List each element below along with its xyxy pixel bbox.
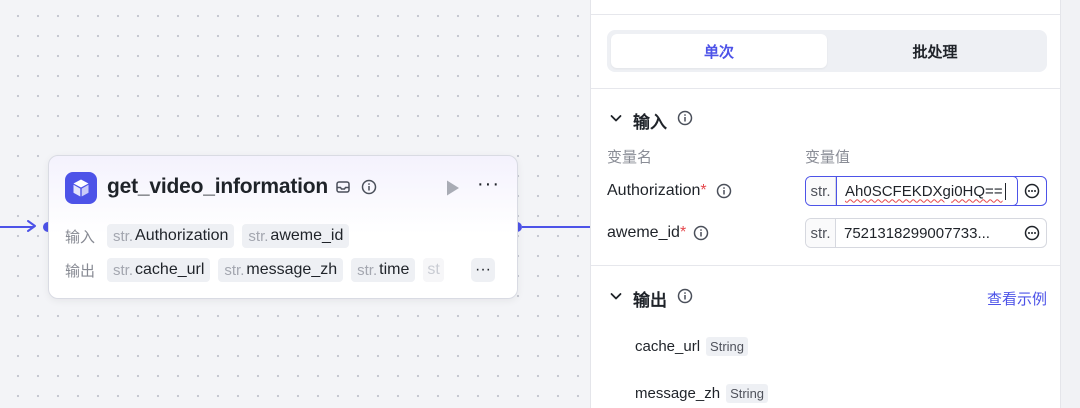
input-section-title[interactable]: 输入 — [633, 108, 667, 133]
tab-single-run[interactable]: 单次 — [611, 34, 827, 68]
output-tag-cache-url: str. cache_url — [107, 258, 211, 282]
workflow-canvas[interactable]: get_video_information ··· 输入 str. Authori… — [0, 0, 590, 408]
column-header-variable-value: 变量值 — [805, 149, 851, 166]
text-cursor — [1004, 182, 1006, 200]
info-icon[interactable] — [677, 288, 693, 304]
inputs-label: 输入 — [65, 228, 96, 246]
play-icon[interactable] — [445, 179, 461, 197]
variable-name-aweme-id: aweme_id* — [607, 224, 687, 241]
type-badge: String — [706, 337, 749, 356]
info-icon[interactable] — [677, 110, 693, 126]
view-example-link[interactable]: 查看示例 — [987, 288, 1047, 309]
variable-picker-icon[interactable] — [1018, 219, 1046, 247]
more-outputs-button[interactable]: ··· — [471, 258, 495, 282]
variable-name-authorization: Authorization* — [607, 182, 707, 199]
inbox-icon[interactable] — [335, 179, 351, 195]
info-icon[interactable] — [716, 183, 732, 199]
output-tag-message-zh: str. message_zh — [218, 258, 344, 282]
outgoing-edge[interactable] — [522, 226, 590, 228]
workflow-node-get-video-information[interactable]: get_video_information ··· 输入 str. Authori… — [48, 155, 518, 299]
output-item-message-zh: message_zh String — [635, 384, 769, 403]
section-divider — [591, 265, 1061, 266]
right-scroll-strip[interactable] — [1060, 0, 1080, 408]
authorization-input[interactable]: Ah0SCFEKDXgi0HQ== — [836, 177, 1018, 205]
variable-picker-icon[interactable] — [1018, 177, 1046, 205]
arrow-right-icon — [27, 220, 36, 232]
panel-top-divider — [591, 14, 1061, 15]
type-prefix[interactable]: str. — [806, 219, 836, 247]
info-icon[interactable] — [361, 179, 377, 195]
section-divider — [591, 88, 1061, 89]
input-tag-aweme-id: str. aweme_id — [242, 224, 350, 248]
column-header-variable-name: 变量名 — [607, 149, 653, 166]
more-options-icon[interactable]: ··· — [477, 174, 503, 197]
authorization-value-field[interactable]: str. Ah0SCFEKDXgi0HQ== — [805, 176, 1047, 206]
node-title: get_video_information — [107, 175, 328, 198]
output-section-title[interactable]: 输出 — [633, 286, 667, 311]
tab-batch-run[interactable]: 批处理 — [827, 34, 1043, 68]
output-tag-truncated: st — [423, 258, 444, 282]
node-inputs-row: 输入 str. Authorization str. aweme_id — [65, 224, 357, 248]
type-prefix[interactable]: str. — [806, 177, 836, 205]
test-run-panel: 单次 批处理 输入 变量名 变量值 Authorization* str. Ah… — [590, 0, 1061, 408]
run-mode-tabs: 单次 批处理 — [607, 30, 1047, 72]
chevron-down-icon[interactable] — [609, 111, 623, 125]
outputs-label: 输出 — [65, 262, 96, 280]
node-outputs-row: 输出 str. cache_url str. message_zh str. time… — [65, 258, 452, 282]
info-icon[interactable] — [693, 225, 709, 241]
input-tag-authorization: str. Authorization — [107, 224, 235, 248]
plugin-cube-icon — [65, 172, 97, 204]
output-item-cache-url: cache_url String — [635, 337, 749, 356]
type-badge: String — [726, 384, 769, 403]
aweme-id-input[interactable]: 7521318299007733... — [836, 219, 1018, 247]
output-tag-time: str. time — [351, 258, 416, 282]
chevron-down-icon[interactable] — [609, 289, 623, 303]
aweme-id-value-field[interactable]: str. 7521318299007733... — [805, 218, 1047, 248]
